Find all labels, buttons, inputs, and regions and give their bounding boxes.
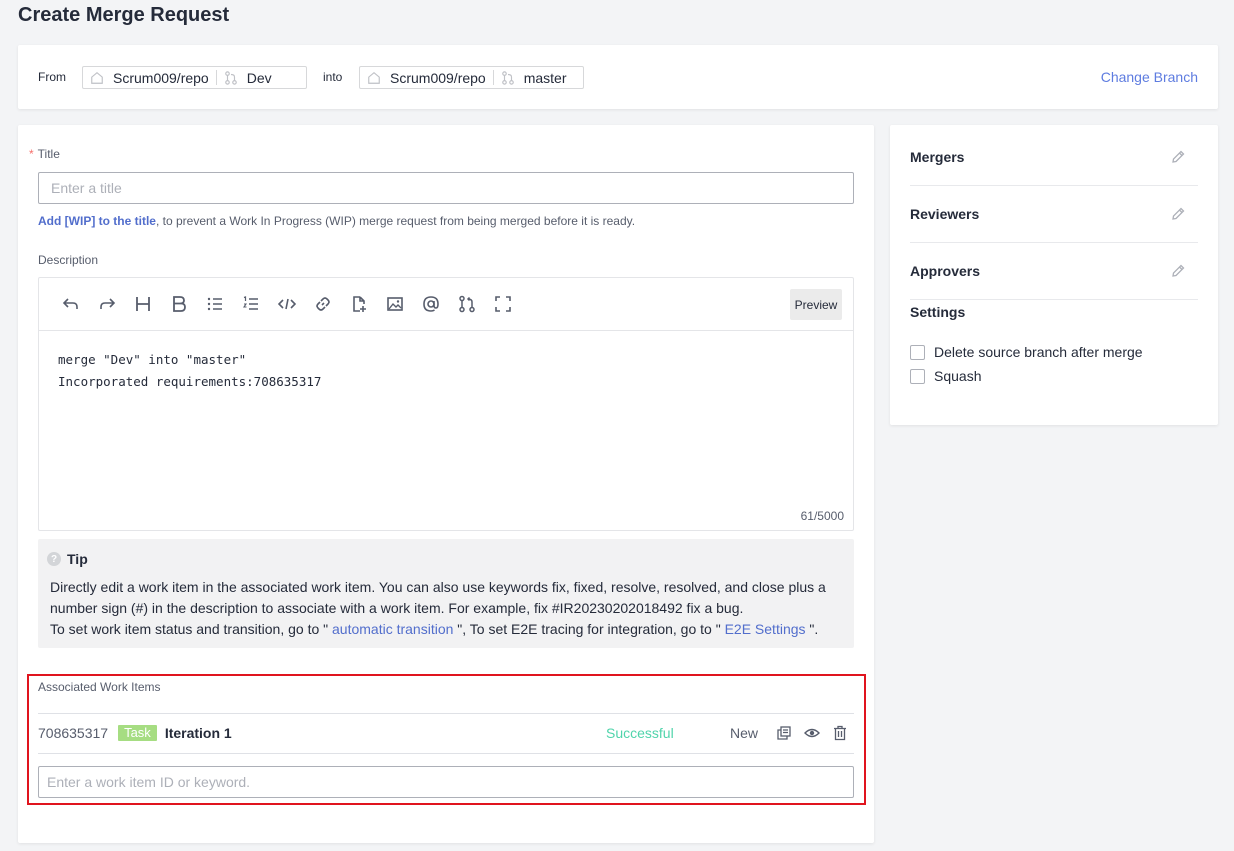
preview-button[interactable]: Preview <box>790 289 842 320</box>
mergers-section: Mergers <box>910 149 1198 165</box>
associated-work-items-label: Associated Work Items <box>38 680 161 694</box>
source-repo: Scrum009/repo <box>113 69 209 86</box>
work-item-id: 708635317 <box>38 725 109 741</box>
code-icon[interactable] <box>277 294 297 314</box>
tip-line: To set work item status and transition, … <box>50 619 846 640</box>
image-icon[interactable] <box>385 294 405 314</box>
checkbox[interactable] <box>910 344 925 360</box>
repo-icon <box>91 71 103 84</box>
mergers-label: Mergers <box>910 149 965 165</box>
eye-icon[interactable] <box>804 725 820 741</box>
page-title: Create Merge Request <box>18 4 230 26</box>
reviewers-section: Reviewers <box>910 206 1198 222</box>
work-item-state: New <box>730 725 759 741</box>
mention-icon[interactable] <box>421 294 441 314</box>
copy-icon[interactable] <box>776 725 792 741</box>
approvers-section: Approvers <box>910 263 1198 279</box>
source-branch-selector[interactable]: Scrum009/repo Dev <box>82 66 307 89</box>
repo-icon <box>368 71 380 84</box>
tip-panel: ? Tip Directly edit a work item in the as… <box>38 539 854 648</box>
checkbox-label: Squash <box>934 368 982 384</box>
wip-link[interactable]: Add [WIP] to the title <box>38 214 156 228</box>
required-marker: * <box>29 147 34 161</box>
undo-icon[interactable] <box>61 294 81 314</box>
settings-panel: Mergers Reviewers Approvers Settings Del… <box>890 125 1218 425</box>
approvers-label: Approvers <box>910 263 981 279</box>
squash-checkbox[interactable]: Squash <box>910 368 981 384</box>
change-branch-link[interactable]: Change Branch <box>1101 69 1198 85</box>
tip-text-part: To set work item status and transition, … <box>50 621 332 637</box>
description-line: merge "Dev" into "master" <box>58 352 247 367</box>
help-icon: ? <box>47 552 61 566</box>
editor-toolbar: Preview <box>39 278 853 331</box>
divider <box>910 242 1198 243</box>
branch-icon <box>501 70 514 85</box>
tip-line: Directly edit a work item in the associa… <box>50 579 826 616</box>
associated-work-items: Associated Work Items 708635317 Task Ite… <box>27 674 866 805</box>
wip-hint: Add [WIP] to the title, to prevent a Wor… <box>38 214 635 228</box>
tip-text-part: ", To set E2E tracing for integration, g… <box>453 621 725 637</box>
merge-request-form: *Title Add [WIP] to the title, to preven… <box>18 125 874 843</box>
settings-heading: Settings <box>910 304 966 320</box>
tip-text-part: ". <box>805 621 819 637</box>
checkbox[interactable] <box>910 368 925 384</box>
e2e-settings-link[interactable]: E2E Settings <box>725 621 806 637</box>
target-branch: master <box>523 69 567 86</box>
tip-text: Directly edit a work item in the associa… <box>50 577 846 640</box>
reviewers-label: Reviewers <box>910 206 980 222</box>
delete-icon[interactable] <box>832 725 848 741</box>
divider <box>38 753 854 754</box>
ordered-list-icon[interactable] <box>241 294 261 314</box>
char-count: 61/5000 <box>800 509 844 523</box>
divider <box>910 299 1198 300</box>
target-branch-selector[interactable]: Scrum009/repo master <box>359 66 584 89</box>
branch-icon <box>224 70 237 85</box>
delete-source-branch-checkbox[interactable]: Delete source branch after merge <box>910 344 1143 360</box>
description-label: Description <box>38 253 99 267</box>
pencil-icon[interactable] <box>1170 263 1186 279</box>
target-repo: Scrum009/repo <box>390 69 486 86</box>
description-editor[interactable]: Preview merge "Dev" into "master" Incorpo… <box>38 277 854 531</box>
work-item-status: Successful <box>606 725 674 741</box>
work-item-actions <box>776 725 848 741</box>
title-input[interactable] <box>38 172 854 204</box>
attachment-icon[interactable] <box>349 294 369 314</box>
checkbox-label: Delete source branch after merge <box>934 344 1143 360</box>
divider <box>910 185 1198 186</box>
title-label-text: Title <box>37 147 60 161</box>
from-label: From <box>38 70 66 84</box>
automatic-transition-link[interactable]: automatic transition <box>332 621 453 637</box>
work-item-name[interactable]: Iteration 1 <box>165 725 232 741</box>
description-line: Incorporated requirements:708635317 <box>58 374 322 389</box>
title-label: * Title <box>29 147 60 161</box>
pencil-icon[interactable] <box>1170 149 1186 165</box>
description-text[interactable]: merge "Dev" into "master" Incorporated re… <box>58 349 321 393</box>
work-item-type-badge: Task <box>118 725 157 741</box>
bold-icon[interactable] <box>169 294 189 314</box>
redo-icon[interactable] <box>97 294 117 314</box>
source-branch: Dev <box>246 69 272 86</box>
work-item-search-input[interactable] <box>38 766 854 798</box>
tip-title: Tip <box>67 551 88 567</box>
link-icon[interactable] <box>313 294 333 314</box>
work-item-row[interactable]: 708635317 Task Iteration 1 Successful Ne… <box>38 713 854 753</box>
bullet-list-icon[interactable] <box>205 294 225 314</box>
tip-header: ? Tip <box>47 551 88 567</box>
pencil-icon[interactable] <box>1170 206 1186 222</box>
merge-request-icon[interactable] <box>457 294 477 314</box>
wip-hint-text: , to prevent a Work In Progress (WIP) me… <box>155 214 636 228</box>
into-label: into <box>323 70 343 84</box>
fullscreen-icon[interactable] <box>493 294 513 314</box>
heading-icon[interactable] <box>133 294 153 314</box>
branch-bar: From Scrum009/repo Dev into Scrum009/rep… <box>18 45 1218 109</box>
